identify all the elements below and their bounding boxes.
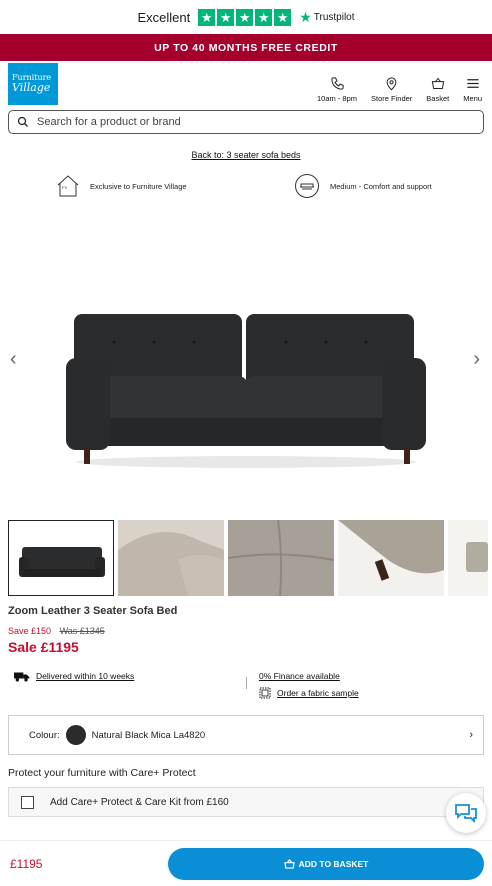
- fabric-swatch-icon: [259, 687, 271, 699]
- care-protect-option[interactable]: Add Care+ Protect & Care Kit from £160: [8, 787, 484, 817]
- nav-menu-label: Menu: [463, 94, 482, 103]
- search-icon: [17, 116, 28, 127]
- add-to-basket-button[interactable]: ADD TO BASKET: [168, 847, 484, 880]
- thumbnail-3[interactable]: [228, 520, 334, 596]
- trustpilot-star-icon: ★: [299, 8, 312, 25]
- fabric-sample-link[interactable]: Order a fabric sample: [277, 688, 359, 698]
- sale-price: Sale £1195: [8, 639, 79, 655]
- price-savings: Save £150 Was £1345: [8, 626, 492, 636]
- trustpilot-brand: Trustpilot: [313, 11, 355, 23]
- delivery-link[interactable]: Delivered within 10 weeks: [36, 671, 134, 681]
- basket-icon: [431, 77, 444, 89]
- search-bar[interactable]: [8, 110, 484, 134]
- header-nav: 10am - 8pm Store Finder Basket Menu: [303, 65, 482, 103]
- promo-text: UP TO 40 MONTHS FREE CREDIT: [154, 41, 338, 54]
- colour-swatch: [65, 725, 86, 745]
- star-icon: ★: [198, 8, 216, 26]
- bottom-price: £1195: [10, 856, 43, 871]
- save-amount: Save £150: [8, 626, 52, 636]
- nav-phone-hours[interactable]: 10am - 8pm: [317, 65, 357, 103]
- basket-icon: [283, 858, 295, 869]
- sticky-purchase-bar: £1195 ADD TO BASKET: [0, 840, 492, 886]
- star-icon: ★: [255, 8, 273, 26]
- nav-store-finder-label: Store Finder: [371, 94, 413, 103]
- trustpilot-bar[interactable]: Excellent ★ ★ ★ ★ ★ ★ Trustpilot: [0, 0, 492, 34]
- feature-comfort: Medium - Comfort and support: [294, 172, 432, 200]
- add-to-basket-label: ADD TO BASKET: [298, 858, 369, 869]
- chevron-right-icon[interactable]: ›: [473, 348, 480, 371]
- location-pin-icon: [386, 77, 397, 91]
- nav-menu[interactable]: Menu: [463, 65, 482, 103]
- star-icon: ★: [274, 8, 292, 26]
- furniture-village-logo[interactable]: Furniture Village: [8, 63, 58, 105]
- logo-line-2: Village: [12, 81, 51, 95]
- nav-store-finder[interactable]: Store Finder: [371, 65, 412, 103]
- live-chat-button[interactable]: [446, 793, 486, 833]
- delivery-info: Delivered within 10 weeks: [0, 671, 246, 705]
- thumbnail-5[interactable]: [448, 520, 488, 596]
- care-protect-heading: Protect your furniture with Care+ Protec…: [8, 767, 196, 779]
- star-icon: ★: [236, 8, 254, 26]
- fabric-sample-row: Order a fabric sample: [259, 687, 359, 699]
- star-icon: ★: [217, 8, 235, 26]
- finance-link[interactable]: 0% Finance available: [259, 671, 359, 681]
- was-price: Was £1345: [59, 626, 105, 636]
- site-header: Furniture Village 10am - 8pm Store Finde…: [0, 61, 492, 107]
- colour-selector[interactable]: Colour: Natural Black Mica La4820 ›: [8, 715, 484, 755]
- back-to-category-link[interactable]: Back to: 3 seater sofa beds: [191, 150, 300, 160]
- house-logo-icon: FV: [57, 175, 79, 197]
- chevron-left-icon[interactable]: ‹: [10, 348, 17, 371]
- feature-comfort-label: Medium - Comfort and support: [330, 181, 432, 191]
- phone-icon: [330, 77, 344, 90]
- product-title: Zoom Leather 3 Seater Sofa Bed: [8, 605, 178, 617]
- thumbnail-1[interactable]: [8, 520, 114, 596]
- nav-hours-label: 10am - 8pm: [316, 94, 358, 103]
- promo-banner[interactable]: UP TO 40 MONTHS FREE CREDIT: [0, 34, 492, 61]
- care-protect-checkbox[interactable]: [21, 795, 34, 809]
- thumbnail-4[interactable]: [338, 520, 444, 596]
- comfort-cushion-icon: [295, 174, 319, 198]
- vertical-divider: [246, 677, 247, 689]
- product-main-image[interactable]: [64, 312, 428, 474]
- trustpilot-stars: ★ ★ ★ ★ ★: [198, 8, 292, 26]
- colour-value: Natural Black Mica La4820: [91, 729, 206, 741]
- breadcrumb: Back to: 3 seater sofa beds: [0, 150, 492, 160]
- feature-exclusive-label: Exclusive to Furniture Village: [90, 181, 187, 191]
- finance-sample-info: 0% Finance available Order a fabric samp…: [246, 671, 359, 705]
- product-features: FV Exclusive to Furniture Village Medium…: [0, 172, 492, 200]
- search-input[interactable]: [37, 116, 437, 128]
- thumbnail-strip: [0, 520, 492, 598]
- chat-bubbles-icon: [455, 804, 477, 824]
- svg-text:FV: FV: [62, 185, 67, 190]
- thumbnail-2[interactable]: [118, 520, 224, 596]
- hamburger-menu-icon: [466, 79, 479, 88]
- product-image-gallery[interactable]: ‹ ›: [0, 200, 492, 520]
- nav-basket-label: Basket: [426, 94, 450, 103]
- delivery-finance-row: Delivered within 10 weeks 0% Finance ava…: [0, 671, 492, 705]
- feature-exclusive: FV Exclusive to Furniture Village: [56, 172, 294, 200]
- trustpilot-rating-text: Excellent: [137, 9, 191, 25]
- chevron-right-icon: ›: [469, 729, 473, 741]
- colour-label: Colour:: [29, 729, 60, 741]
- nav-basket[interactable]: Basket: [426, 65, 449, 103]
- trustpilot-logo: ★ Trustpilot: [299, 9, 354, 26]
- care-protect-label: Add Care+ Protect & Care Kit from £160: [50, 796, 229, 808]
- delivery-truck-icon: [14, 672, 30, 682]
